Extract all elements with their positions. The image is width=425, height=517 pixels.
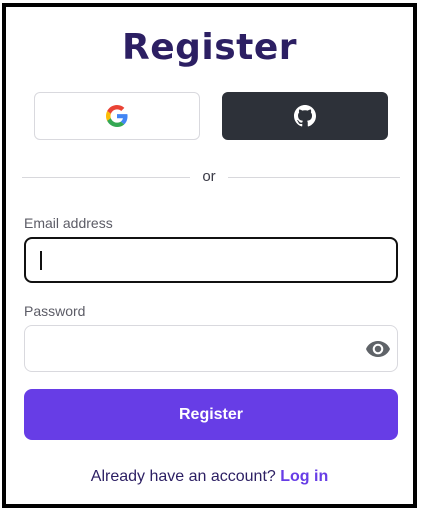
google-icon bbox=[106, 105, 128, 127]
login-prompt: Already have an account? Log in bbox=[6, 468, 413, 486]
email-label: Email address bbox=[24, 215, 113, 231]
login-link[interactable]: Log in bbox=[280, 468, 328, 485]
password-field[interactable] bbox=[24, 325, 398, 372]
divider-line-left bbox=[22, 177, 190, 178]
divider-line-right bbox=[228, 177, 400, 178]
google-signin-button[interactable] bbox=[34, 92, 200, 140]
register-card: Register or Email address Password Regis… bbox=[2, 3, 417, 508]
divider-text: or bbox=[202, 168, 216, 185]
register-button[interactable]: Register bbox=[24, 389, 398, 440]
github-signin-button[interactable] bbox=[222, 92, 388, 140]
password-label: Password bbox=[24, 303, 86, 319]
email-field[interactable] bbox=[24, 237, 398, 283]
eye-icon[interactable] bbox=[366, 340, 390, 358]
github-icon bbox=[294, 105, 316, 127]
text-cursor bbox=[40, 251, 42, 270]
login-prompt-text: Already have an account? bbox=[90, 468, 276, 485]
page-title: Register bbox=[121, 27, 298, 68]
